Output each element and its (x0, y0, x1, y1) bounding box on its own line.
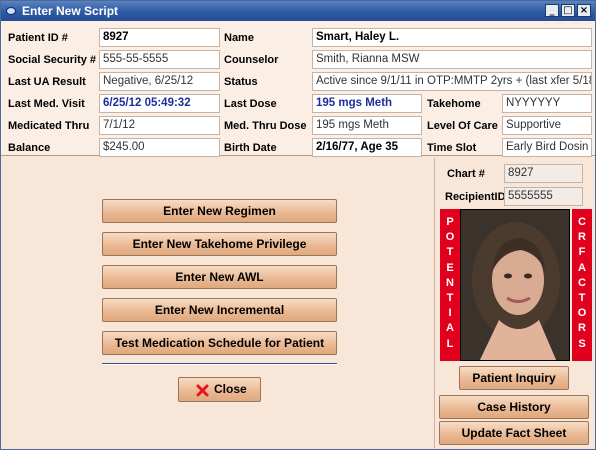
window-title: Enter New Script (22, 4, 119, 18)
status-field[interactable]: Active since 9/1/11 in OTP:MMTP 2yrs + (… (312, 72, 592, 91)
crfactors-letter: R (578, 231, 586, 244)
crfactors-letter: C (578, 216, 586, 228)
medicated-thru-label: Medicated Thru (8, 120, 90, 132)
crfactors-letter: C (578, 276, 586, 289)
case-history-button[interactable]: Case History (439, 395, 589, 419)
birth-date-label: Birth Date (224, 142, 277, 154)
time-slot-field[interactable]: Early Bird Dosin (502, 138, 592, 157)
close-window-button[interactable]: × (577, 4, 591, 17)
med-thru-dose-label: Med. Thru Dose (224, 120, 307, 132)
time-slot-label: Time Slot (427, 142, 477, 154)
crfactors-letter: F (578, 246, 586, 259)
enter-new-takehome-button[interactable]: Enter New Takehome Privilege (102, 232, 337, 256)
enter-new-incremental-button[interactable]: Enter New Incremental (102, 298, 337, 322)
title-bar[interactable]: Enter New Script _ □ × (1, 1, 595, 21)
med-thru-dose-field[interactable]: 195 mgs Meth (312, 116, 422, 135)
level-of-care-label: Level Of Care (427, 120, 498, 132)
minimize-button[interactable]: _ (545, 4, 559, 17)
balance-field[interactable]: $245.00 (99, 138, 220, 157)
potential-letter: O (445, 231, 455, 244)
enter-new-script-window: Enter New Script _ □ × Patient ID # 8927… (0, 0, 596, 450)
potential-letter: P (446, 216, 454, 228)
crfactors-letter: R (578, 322, 586, 335)
patient-inquiry-button[interactable]: Patient Inquiry (459, 366, 569, 390)
window-app-icon (6, 7, 16, 15)
close-button-label: Close (214, 382, 247, 396)
chart-number-label: Chart # (447, 168, 485, 180)
level-of-care-field[interactable]: Supportive (502, 116, 592, 135)
maximize-button[interactable]: □ (561, 4, 575, 17)
patient-id-field[interactable]: 8927 (99, 28, 220, 47)
potential-letter: A (446, 322, 454, 335)
crfactors-letter: A (578, 261, 586, 274)
crfactors-banner: CRFACTORS (572, 209, 592, 361)
update-fact-sheet-button[interactable]: Update Fact Sheet (439, 421, 589, 445)
potential-banner: POTENTIAL (440, 209, 460, 361)
name-field[interactable]: Smart, Haley L. (312, 28, 592, 47)
potential-letter: T (446, 246, 454, 259)
crfactors-letter: S (578, 337, 586, 350)
recipient-id-label: RecipientID (445, 191, 506, 203)
potential-letter: L (446, 337, 454, 350)
potential-letter: I (448, 307, 452, 320)
recipient-id-field[interactable]: 5555555 (504, 187, 583, 206)
ssn-field[interactable]: 555-55-5555 (99, 50, 220, 69)
crfactors-letter: T (578, 292, 586, 305)
patient-photo-image (461, 210, 569, 360)
enter-new-regimen-button[interactable]: Enter New Regimen (102, 199, 337, 223)
potential-letter: T (446, 292, 454, 305)
counselor-label: Counselor (224, 54, 279, 66)
patient-photo (460, 209, 570, 361)
potential-letter: N (446, 276, 454, 289)
medicated-thru-field[interactable]: 7/1/12 (99, 116, 220, 135)
status-label: Status (224, 76, 258, 88)
chart-number-field[interactable]: 8927 (504, 164, 583, 183)
balance-label: Balance (8, 142, 51, 154)
takehome-field[interactable]: NYYYYYY (502, 94, 592, 113)
actions-separator (102, 363, 337, 365)
patient-id-label: Patient ID # (8, 32, 68, 44)
last-dose-field[interactable]: 195 mgs Meth (312, 94, 422, 113)
last-ua-field[interactable]: Negative, 6/25/12 (99, 72, 220, 91)
potential-letter: E (446, 261, 454, 274)
ssn-label: Social Security # (8, 54, 97, 66)
enter-new-awl-button[interactable]: Enter New AWL (102, 265, 337, 289)
last-med-visit-field[interactable]: 6/25/12 05:49:32 (99, 94, 220, 113)
counselor-field[interactable]: Smith, Rianna MSW (312, 50, 592, 69)
name-label: Name (224, 32, 254, 44)
red-x-icon (196, 384, 209, 397)
last-dose-label: Last Dose (224, 98, 277, 110)
last-med-visit-label: Last Med. Visit (8, 98, 85, 110)
close-button[interactable]: Close (178, 377, 261, 402)
test-medication-schedule-button[interactable]: Test Medication Schedule for Patient (102, 331, 337, 355)
crfactors-letter: O (577, 307, 587, 320)
birth-date-field[interactable]: 2/16/77, Age 35 (312, 138, 422, 157)
last-ua-label: Last UA Result (8, 76, 86, 88)
takehome-label: Takehome (427, 98, 481, 110)
